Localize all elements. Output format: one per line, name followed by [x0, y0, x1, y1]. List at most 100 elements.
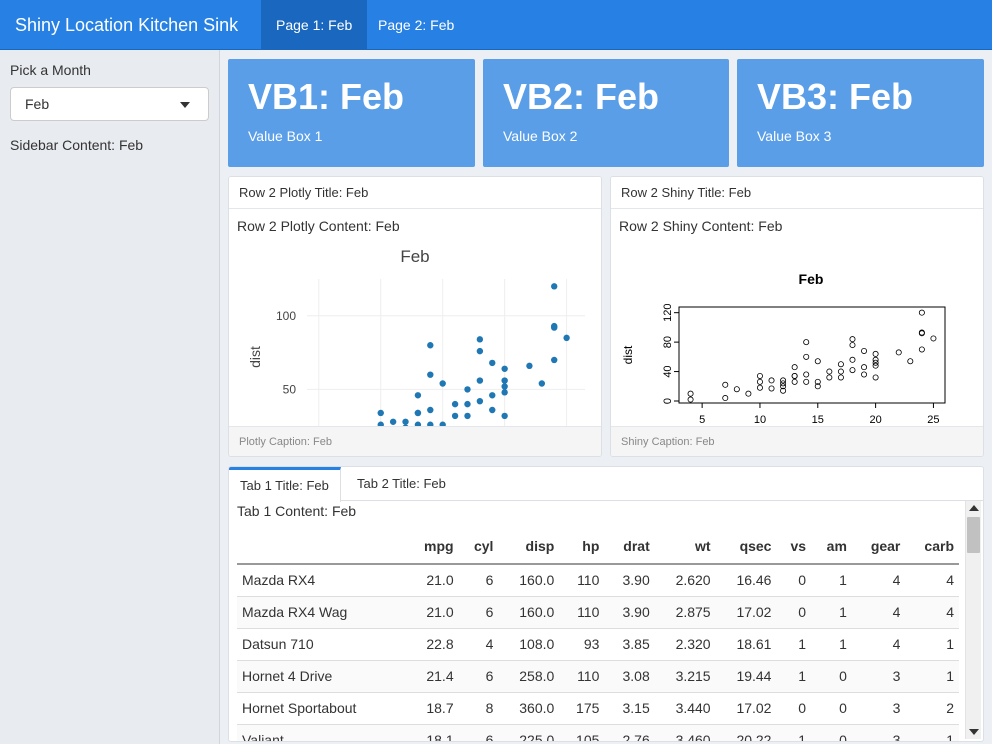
app-title: Shiny Location Kitchen Sink — [15, 15, 239, 35]
scatter-point[interactable] — [489, 392, 496, 399]
table-cell: 360.0 — [498, 692, 560, 725]
table-cell: 108.0 — [498, 628, 560, 661]
plotly-card: Row 2 Plotly Title: Feb Row 2 Plotly Con… — [228, 176, 602, 457]
scatter-point[interactable] — [563, 334, 570, 342]
scatter-point[interactable] — [476, 336, 484, 343]
scatter-point[interactable] — [526, 362, 533, 370]
table-cell: 1 — [905, 660, 959, 693]
scatter-point[interactable] — [501, 383, 508, 390]
scatter-point[interactable] — [389, 418, 397, 425]
table-cell: 3.08 — [604, 660, 655, 693]
scatter-point[interactable] — [476, 397, 484, 405]
table-cell: 3.460 — [654, 724, 716, 741]
scatter-point[interactable] — [501, 365, 508, 372]
scatter-point — [791, 364, 798, 371]
scatter-point — [803, 371, 810, 378]
table-cell: 110 — [559, 660, 605, 693]
nav-tab-page-1[interactable]: Page 1: Feb — [261, 0, 368, 50]
scatter-point[interactable] — [501, 389, 508, 396]
month-select[interactable]: Feb — [10, 87, 209, 121]
table-cell: 160.0 — [498, 596, 560, 629]
value-box-1-value: VB1: Feb — [248, 76, 405, 117]
scatter-point[interactable] — [451, 400, 459, 408]
table-row: Hornet Sportabout 18.7 8 360.0 175 3.15 3.440 1… — [237, 692, 959, 725]
shiny-card: Row 2 Shiny Title: Feb Row 2 Shiny Conte… — [610, 176, 984, 457]
scatter-point[interactable] — [501, 412, 508, 420]
scatter-point — [768, 377, 775, 384]
table-cell: 19.44 — [715, 660, 777, 693]
plot-frame — [678, 306, 946, 404]
tab-1[interactable]: Tab 1 Title: Feb — [229, 467, 341, 502]
column-header-gear: gear — [851, 529, 906, 565]
scatter-point — [918, 346, 925, 353]
scatter-point[interactable] — [538, 380, 546, 387]
table-cell: 21.0 — [405, 564, 459, 597]
scatter-point[interactable] — [414, 392, 422, 399]
scatter-point — [687, 396, 694, 403]
scatter-point — [722, 395, 729, 402]
table-cell: 0 — [811, 660, 852, 693]
plotly-scatter-chart[interactable]: Feb dist 050100 — [229, 209, 601, 427]
scroll-thumb[interactable] — [967, 517, 980, 553]
scroll-down-icon[interactable] — [969, 729, 979, 735]
scatter-point[interactable] — [489, 359, 496, 367]
table-cell: 3 — [851, 692, 906, 725]
scatter-point[interactable] — [402, 418, 409, 425]
column-header-qsec: qsec — [715, 529, 777, 565]
scatter-point[interactable] — [464, 386, 471, 393]
scatter-point[interactable] — [476, 347, 484, 355]
scatter-point — [826, 368, 833, 375]
scatter-point — [861, 371, 868, 378]
scatter-point — [849, 336, 856, 343]
scatter-point[interactable] — [489, 406, 496, 414]
scatter-point — [687, 390, 694, 397]
table-cell: 0 — [811, 724, 852, 741]
scatter-point — [756, 378, 763, 385]
scatter-point — [837, 361, 844, 368]
scatter-point[interactable] — [551, 283, 558, 290]
scroll-up-icon[interactable] — [969, 505, 979, 511]
column-header-disp: disp — [498, 529, 560, 565]
month-select-label: Pick a Month — [10, 62, 91, 78]
table-row-name: Hornet Sportabout — [237, 692, 406, 725]
table-cell: 2.875 — [654, 596, 716, 629]
scatter-point[interactable] — [551, 356, 558, 364]
y-tick-label: 100 — [276, 309, 296, 323]
value-box-3-value: VB3: Feb — [757, 76, 914, 117]
table-row: Mazda RX4 Wag 21.0 6 160.0 110 3.90 2.875 17.02… — [237, 596, 959, 629]
scatter-point[interactable] — [501, 377, 508, 384]
scatter-point — [803, 378, 810, 385]
shiny-card-caption: Shiny Caption: Feb — [611, 426, 983, 456]
scatter-point[interactable] — [414, 409, 422, 417]
shiny-base-scatter-chart: Feb dist 0 40 80 120 5 10 15 20 25 — [621, 271, 946, 426]
scatter-point[interactable] — [551, 322, 558, 330]
scatter-point[interactable] — [427, 342, 434, 349]
scatter-point[interactable] — [439, 380, 446, 387]
scatter-point[interactable] — [427, 406, 434, 414]
table-cell: 18.1 — [405, 724, 459, 741]
scatter-point[interactable] — [451, 412, 459, 420]
x-tick-label: 15 — [812, 414, 824, 426]
table-cell: 21.4 — [405, 660, 459, 693]
value-box-1: VB1: Feb Value Box 1 — [228, 59, 475, 167]
table-scrollbar[interactable] — [965, 501, 981, 739]
scatter-point[interactable] — [377, 409, 384, 417]
table-cell: 3 — [851, 724, 906, 741]
table-row: Datsun 710 22.8 4 108.0 93 3.85 2.320 18.61 1 1 4 1 — [237, 628, 959, 661]
scatter-point — [722, 381, 729, 388]
scatter-point[interactable] — [427, 371, 434, 378]
scatter-point[interactable] — [476, 377, 484, 384]
scatter-point — [826, 374, 833, 381]
table-row: Mazda RX4 21.0 6 160.0 110 3.90 2.620 16.46 0 1 4 4 — [237, 564, 959, 597]
scatter-point — [861, 364, 868, 371]
top-navbar: Shiny Location Kitchen Sink Page 1: Feb … — [0, 0, 992, 50]
scatter-point — [791, 372, 798, 379]
table-row-name: Mazda RX4 — [237, 564, 406, 597]
tab-2[interactable]: Tab 2 Title: Feb — [346, 467, 457, 501]
scatter-point[interactable] — [464, 400, 471, 408]
x-tick-label: 5 — [699, 414, 705, 426]
nav-tab-page-2[interactable]: Page 2: Feb — [363, 0, 469, 50]
scatter-point[interactable] — [464, 412, 471, 420]
tabs-card: Tab 1 Title: Feb Tab 2 Title: Feb Tab 1 … — [228, 466, 984, 742]
y-axis-label: dist — [621, 345, 635, 364]
